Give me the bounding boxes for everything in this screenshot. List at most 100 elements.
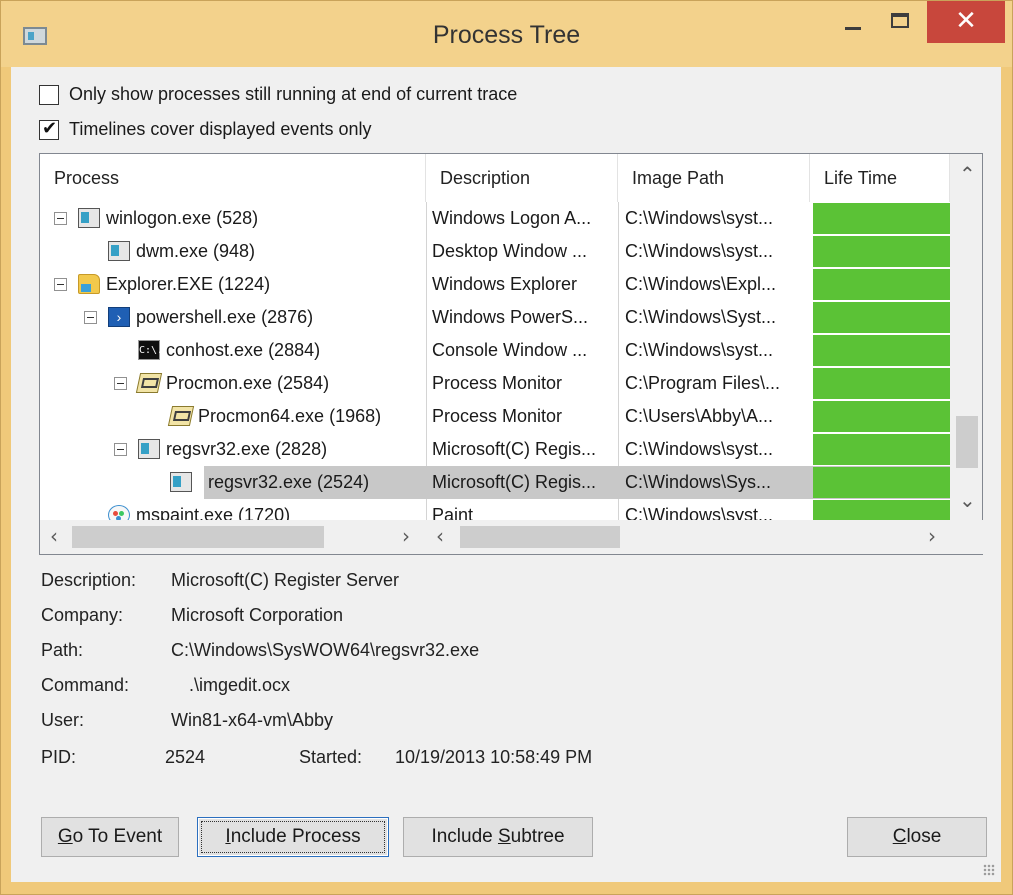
collapse-toggle-icon[interactable]: [114, 377, 127, 390]
app-icon: [170, 472, 192, 492]
process-grid[interactable]: Process Description Image Path Life Time…: [39, 153, 984, 555]
process-description: Paint: [432, 505, 474, 520]
include-subtree-button[interactable]: Include Subtree: [403, 817, 593, 857]
app-icon: [78, 208, 100, 228]
grid-body: winlogon.exe (528) Windows Logon A... C:…: [40, 202, 950, 520]
process-name: Procmon.exe (2584): [166, 373, 330, 393]
scroll-down-icon[interactable]: ⌄: [959, 488, 976, 512]
table-row[interactable]: dwm.exe (948) Desktop Window ... C:\Wind…: [40, 235, 950, 268]
horizontal-scroll-thumb-right[interactable]: [460, 526, 620, 548]
powershell-icon: ›: [108, 307, 130, 327]
description-value: Microsoft(C) Register Server: [171, 570, 400, 590]
button-accelerator-key: S: [497, 826, 511, 847]
collapse-toggle-icon[interactable]: [54, 278, 67, 291]
collapse-toggle-icon[interactable]: [54, 212, 67, 225]
button-label: lose: [906, 826, 942, 847]
table-row[interactable]: mspaint.exe (1720) Paint C:\Windows\syst…: [40, 499, 950, 520]
table-row[interactable]: Explorer.EXE (1224) Windows Explorer C:\…: [40, 268, 950, 301]
table-row[interactable]: winlogon.exe (528) Windows Logon A... C:…: [40, 202, 950, 235]
started-label: Started:: [299, 747, 363, 767]
path-label: Path:: [41, 640, 84, 660]
column-header-image-path[interactable]: Image Path: [618, 154, 810, 202]
app-icon: [108, 241, 130, 261]
table-row[interactable]: Procmon64.exe (1968) Process Monitor C:\…: [40, 400, 950, 433]
scroll-left-icon[interactable]: ‹: [50, 524, 58, 548]
close-button[interactable]: Close: [847, 817, 987, 857]
button-label: ubtree: [510, 826, 565, 847]
minimize-button[interactable]: [831, 1, 877, 41]
collapse-toggle-icon[interactable]: [84, 311, 97, 324]
company-label: Company:: [41, 605, 124, 625]
button-accelerator-key: C: [892, 826, 907, 847]
only-running-checkbox[interactable]: [39, 85, 59, 105]
process-description: Windows Logon A...: [432, 208, 592, 228]
procmon-icon: [167, 406, 195, 426]
collapse-toggle-icon[interactable]: [114, 443, 127, 456]
user-label: User:: [41, 710, 85, 730]
lifetime-bar: [813, 500, 950, 520]
scroll-up-icon[interactable]: ⌃: [959, 162, 976, 186]
console-icon: C:\.: [138, 340, 163, 360]
lifetime-bar: [813, 434, 950, 465]
lifetime-bar: [813, 269, 950, 300]
lifetime-bar: [813, 302, 950, 333]
process-image-path: C:\Windows\Sys...: [625, 472, 772, 492]
maximize-button[interactable]: [877, 1, 925, 41]
process-description: Console Window ...: [432, 340, 588, 360]
company-value: Microsoft Corporation: [171, 605, 344, 625]
process-image-path: C:\Windows\Expl...: [625, 274, 777, 294]
pid-label: PID:: [41, 747, 77, 767]
lifetime-bar: [813, 467, 950, 498]
vertical-scrollbar[interactable]: ⌃ ⌄: [950, 154, 982, 520]
table-row[interactable]: › powershell.exe (2876) Windows PowerS..…: [40, 301, 950, 334]
scroll-left-icon[interactable]: ‹: [436, 524, 444, 548]
process-description: Windows PowerS...: [432, 307, 589, 327]
process-description: Desktop Window ...: [432, 241, 588, 261]
process-image-path: C:\Windows\syst...: [625, 241, 774, 261]
paint-icon: [108, 505, 130, 520]
process-image-path: C:\Windows\Syst...: [625, 307, 777, 327]
button-accelerator-key: G: [57, 826, 73, 847]
horizontal-scroll-thumb-left[interactable]: [72, 526, 324, 548]
process-name: dwm.exe (948): [136, 241, 256, 261]
started-value: 10/19/2013 10:58:49 PM: [395, 747, 593, 767]
process-name: mspaint.exe (1720): [136, 505, 291, 520]
title-bar[interactable]: Process Tree ✕: [1, 1, 1012, 67]
command-label: Command:: [41, 675, 130, 695]
table-row-selected[interactable]: regsvr32.exe (2524) Microsoft(C) Regis..…: [40, 466, 950, 499]
vertical-scroll-thumb[interactable]: [956, 416, 978, 468]
table-row[interactable]: regsvr32.exe (2828) Microsoft(C) Regis..…: [40, 433, 950, 466]
column-header-process[interactable]: Process: [40, 154, 426, 202]
horizontal-scrollbars[interactable]: ‹ › ‹ ›: [40, 520, 984, 554]
lifetime-bar: [813, 368, 950, 399]
description-label: Description:: [41, 570, 137, 590]
button-label-prefix: Include: [431, 826, 498, 847]
lifetime-bar: [813, 236, 950, 267]
button-label: o To Event: [72, 826, 163, 847]
lifetime-bar: [813, 335, 950, 366]
path-value: C:\Windows\SysWOW64\regsvr32.exe: [171, 640, 480, 660]
column-header-life-time[interactable]: Life Time: [810, 154, 950, 202]
focus-ring: [201, 821, 385, 853]
process-image-path: C:\Windows\syst...: [625, 340, 774, 360]
timelines-checkbox[interactable]: [39, 118, 59, 140]
only-running-label[interactable]: Only show processes still running at end…: [69, 84, 517, 105]
command-value: .\imgedit.ocx: [189, 675, 291, 695]
process-name: winlogon.exe (528): [106, 208, 259, 228]
user-value: Win81-x64-vm\Abby: [171, 710, 334, 730]
column-header-description[interactable]: Description: [426, 154, 618, 202]
scroll-right-icon[interactable]: ›: [928, 524, 936, 548]
go-to-event-button[interactable]: Go To Event: [41, 817, 179, 857]
table-row[interactable]: Procmon.exe (2584) Process Monitor C:\Pr…: [40, 367, 950, 400]
timelines-label[interactable]: Timelines cover displayed events only: [69, 119, 371, 140]
maximize-icon: [891, 13, 909, 28]
close-window-button[interactable]: ✕: [927, 1, 1005, 43]
process-image-path: C:\Windows\syst...: [625, 208, 774, 228]
include-process-button[interactable]: Include Process: [197, 817, 389, 857]
process-image-path: C:\Program Files\...: [625, 373, 781, 393]
app-icon: [138, 439, 160, 459]
table-row[interactable]: C:\. conhost.exe (2884) Console Window .…: [40, 334, 950, 367]
scroll-right-icon[interactable]: ›: [402, 524, 410, 548]
folder-icon: [78, 274, 100, 294]
resize-grip-icon[interactable]: [983, 864, 995, 876]
